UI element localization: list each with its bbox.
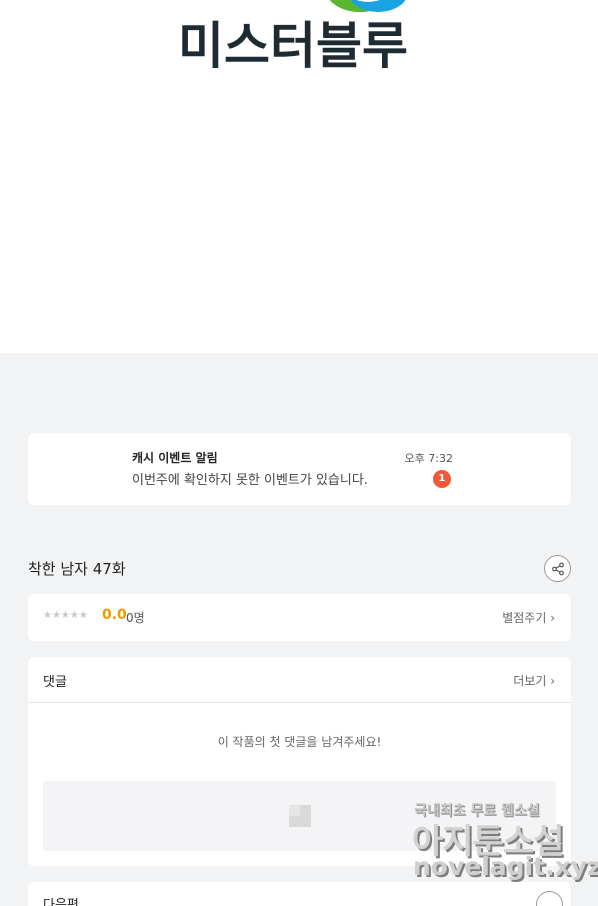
notification-title: 캐시 이벤트 알림 xyxy=(132,451,218,465)
rating-count: 0명 xyxy=(126,611,145,625)
episode-title: 착한 남자 47화 xyxy=(28,560,126,578)
next-episode-title: 다음편 xyxy=(43,898,79,906)
share-icon xyxy=(551,562,564,575)
notification-time: 오후 7:32 xyxy=(404,452,453,465)
comment-placeholder-icon xyxy=(289,805,311,827)
star-rating-icons: ★★★★★ xyxy=(43,610,88,621)
comment-input-box[interactable] xyxy=(43,781,556,851)
next-episode-icon xyxy=(536,891,563,906)
event-notification[interactable]: 캐시 이벤트 알림 이번주에 확인하지 못한 이벤트가 있습니다. 오후 7:3… xyxy=(28,433,571,505)
logo-text: 미스터블루 xyxy=(178,17,408,75)
rating-bar: ★★★★★ 0.0 0명 별점주기 › xyxy=(28,594,571,641)
comments-header: 댓글 더보기 › xyxy=(28,657,571,703)
rating-value: 0.0 xyxy=(102,607,127,623)
empty-comments-message: 이 작품의 첫 댓글을 남겨주세요! xyxy=(217,735,382,749)
comments-section: 댓글 더보기 › 이 작품의 첫 댓글을 남겨주세요! xyxy=(28,657,571,866)
notification-badge: 1 xyxy=(433,470,451,488)
banner-area: 미스터블루 xyxy=(0,0,598,353)
next-episode-card[interactable]: 다음편 xyxy=(28,882,571,906)
share-button[interactable] xyxy=(544,555,571,582)
notification-message: 이번주에 확인하지 못한 이벤트가 있습니다. xyxy=(132,473,368,488)
comments-more-button[interactable]: 더보기 › xyxy=(513,672,555,689)
rate-button[interactable]: 별점주기 › xyxy=(502,609,555,626)
comments-title: 댓글 xyxy=(43,675,67,690)
